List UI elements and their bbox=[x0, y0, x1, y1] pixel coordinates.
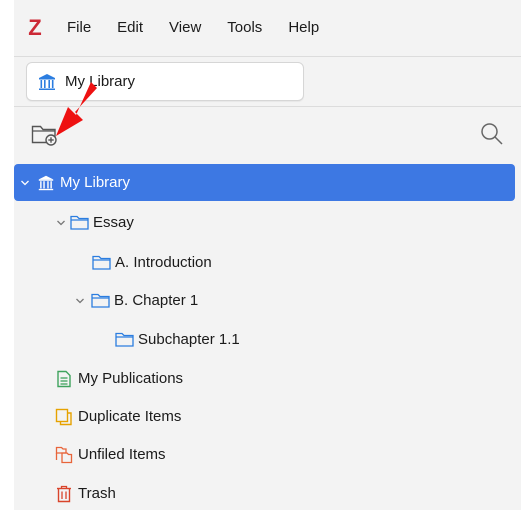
tree-item-trash[interactable]: Trash bbox=[14, 475, 521, 512]
tree-item-chapter1[interactable]: B. Chapter 1 bbox=[14, 282, 521, 319]
tree-item-label: My Library bbox=[60, 174, 131, 191]
menubar: Z File Edit View Tools Help bbox=[14, 0, 521, 57]
chevron-down-icon[interactable] bbox=[18, 176, 32, 190]
menu-edit[interactable]: Edit bbox=[104, 0, 156, 56]
tree-item-duplicates[interactable]: Duplicate Items bbox=[14, 398, 521, 435]
tree-item-label: Unfiled Items bbox=[78, 446, 166, 463]
menu-tools[interactable]: Tools bbox=[214, 0, 275, 56]
folder-icon bbox=[91, 253, 111, 273]
arrow-annotation-icon bbox=[56, 82, 97, 136]
tree-item-unfiled[interactable]: Unfiled Items bbox=[14, 436, 521, 473]
tree-item-label: My Publications bbox=[78, 370, 184, 387]
tree-item-label: Duplicate Items bbox=[78, 408, 182, 425]
publications-icon bbox=[54, 369, 74, 389]
search-icon[interactable] bbox=[479, 121, 505, 147]
tree-item-publications[interactable]: My Publications bbox=[14, 360, 521, 397]
chevron-down-icon[interactable] bbox=[73, 294, 87, 308]
trash-icon bbox=[54, 484, 74, 504]
tree-item-label: A. Introduction bbox=[115, 254, 212, 271]
folder-icon bbox=[69, 213, 89, 233]
zotero-logo: Z bbox=[28, 15, 42, 40]
duplicate-icon bbox=[54, 407, 74, 427]
chevron-down-icon[interactable] bbox=[54, 216, 68, 230]
tree-item-subchapter[interactable]: Subchapter 1.1 bbox=[14, 321, 521, 358]
tree-item-label: Essay bbox=[93, 214, 134, 231]
menu-help[interactable]: Help bbox=[275, 0, 332, 56]
tree-item-my-library[interactable]: My Library bbox=[14, 164, 515, 201]
tree-item-label: Subchapter 1.1 bbox=[138, 331, 240, 348]
folder-icon bbox=[90, 291, 110, 311]
menu-view[interactable]: View bbox=[156, 0, 214, 56]
tree-item-essay[interactable]: Essay bbox=[14, 204, 521, 241]
menu-file[interactable]: File bbox=[54, 0, 104, 56]
unfiled-icon bbox=[54, 445, 74, 465]
tree-item-label: B. Chapter 1 bbox=[114, 292, 199, 309]
library-icon bbox=[36, 173, 56, 193]
tree-item-introduction[interactable]: A. Introduction bbox=[14, 244, 521, 281]
folder-icon bbox=[114, 330, 134, 350]
tree-item-label: Trash bbox=[78, 485, 116, 502]
zotero-window: Z File Edit View Tools Help My Library M… bbox=[14, 0, 521, 510]
